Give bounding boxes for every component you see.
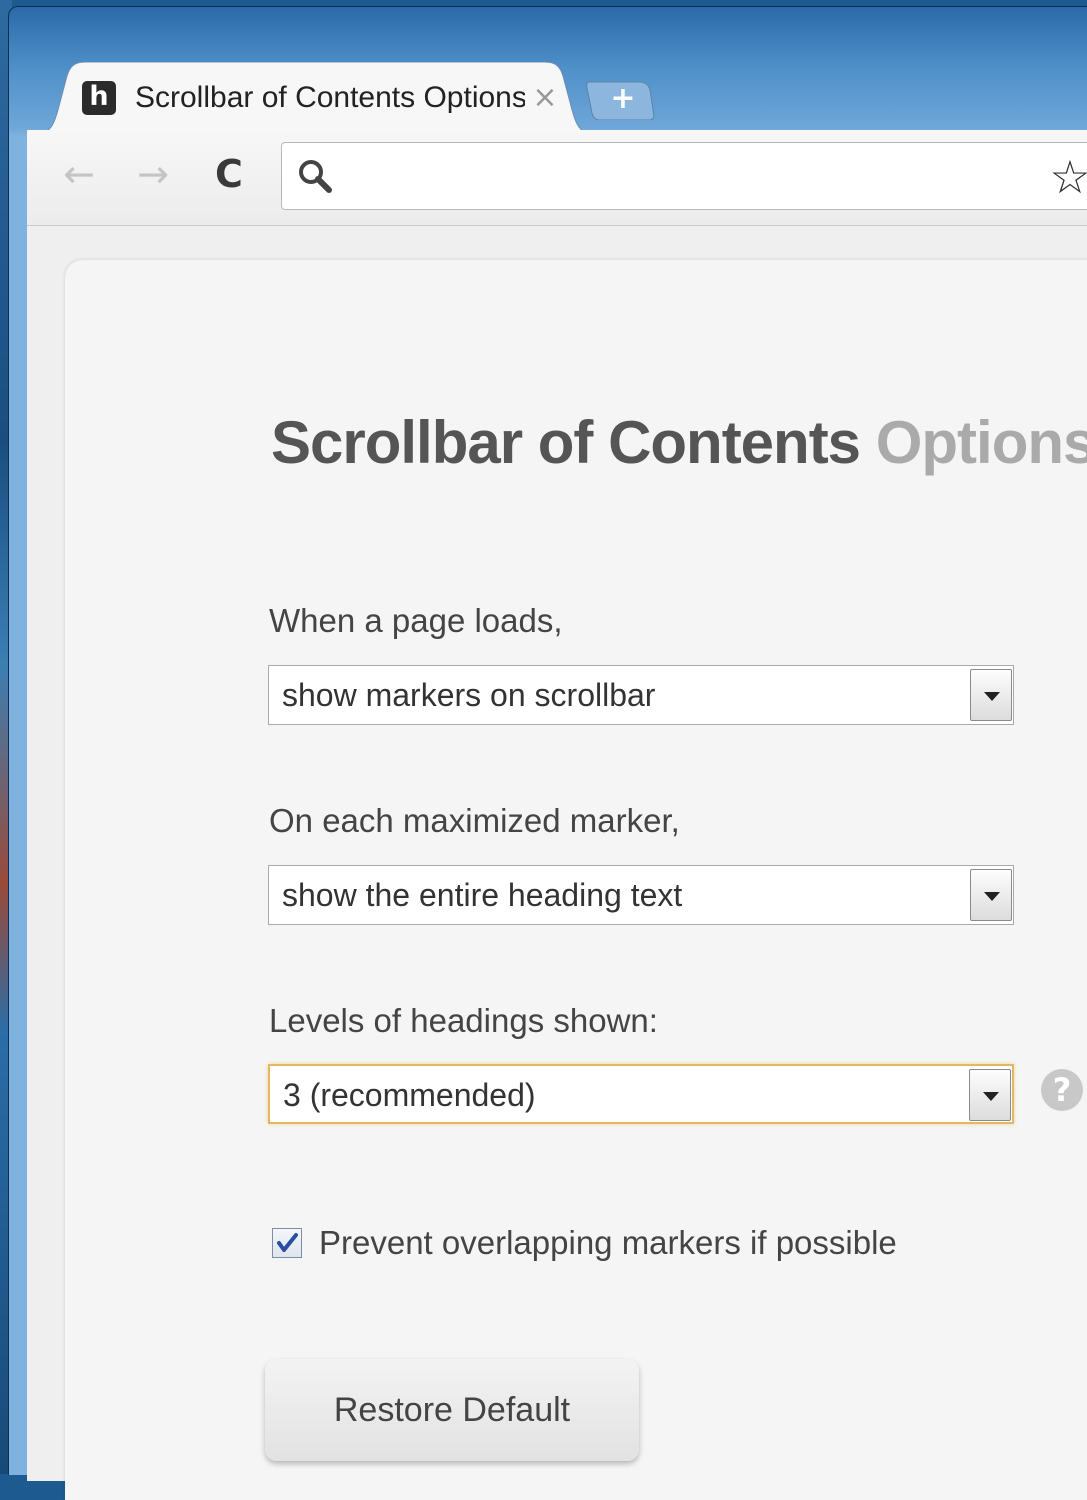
tab-title: Scrollbar of Contents Options xyxy=(135,81,525,114)
page-load-select[interactable]: show markers on scrollbar xyxy=(268,665,1014,725)
page-load-label: When a page loads, xyxy=(269,602,563,639)
heading-levels-label: Levels of headings shown: xyxy=(269,1002,658,1039)
maximized-marker-select-value: show the entire heading text xyxy=(282,877,683,913)
restore-default-button[interactable]: Restore Default xyxy=(265,1359,639,1461)
close-icon[interactable]: × xyxy=(530,80,560,116)
dropdown-arrow-icon[interactable] xyxy=(969,1069,1011,1121)
tab-active[interactable]: h Scrollbar of Contents Options × xyxy=(37,62,597,134)
reload-button[interactable]: C xyxy=(205,150,253,198)
page-title-secondary: Options xyxy=(875,409,1087,476)
browser-toolbar: ← → C ☆ xyxy=(27,130,1087,226)
heading-levels-select[interactable]: 3 (recommended) xyxy=(268,1064,1014,1124)
forward-button[interactable]: → xyxy=(129,150,177,198)
page-title: Scrollbar of Contents Options xyxy=(271,407,1087,479)
search-icon xyxy=(299,160,332,193)
address-bar[interactable]: ☆ xyxy=(281,142,1087,210)
page-load-select-value: show markers on scrollbar xyxy=(282,677,656,713)
dropdown-arrow-icon[interactable] xyxy=(970,869,1012,921)
new-tab-button[interactable]: + xyxy=(586,80,656,121)
help-icon[interactable]: ? xyxy=(1041,1069,1083,1111)
address-input[interactable] xyxy=(342,153,1026,201)
maximized-marker-select[interactable]: show the entire heading text xyxy=(268,865,1014,925)
maximized-marker-label: On each maximized marker, xyxy=(269,802,680,839)
prevent-overlap-checkbox[interactable] xyxy=(272,1228,302,1258)
browser-window: h Scrollbar of Contents Options × + ← → … xyxy=(8,6,1087,1500)
page-viewport: Scrollbar of Contents Options When a pag… xyxy=(27,226,1087,1500)
plus-icon: + xyxy=(610,81,636,116)
page-title-main: Scrollbar of Contents xyxy=(271,409,861,476)
dropdown-arrow-icon[interactable] xyxy=(970,669,1012,721)
bookmark-star-icon[interactable]: ☆ xyxy=(1044,151,1087,203)
prevent-overlap-label[interactable]: Prevent overlapping markers if possible xyxy=(319,1223,897,1263)
favicon-icon: h xyxy=(82,81,116,115)
back-button[interactable]: ← xyxy=(55,150,103,198)
checkmark-icon xyxy=(277,1233,298,1252)
heading-levels-select-value: 3 (recommended) xyxy=(283,1077,536,1113)
options-card: Scrollbar of Contents Options When a pag… xyxy=(65,260,1087,1500)
